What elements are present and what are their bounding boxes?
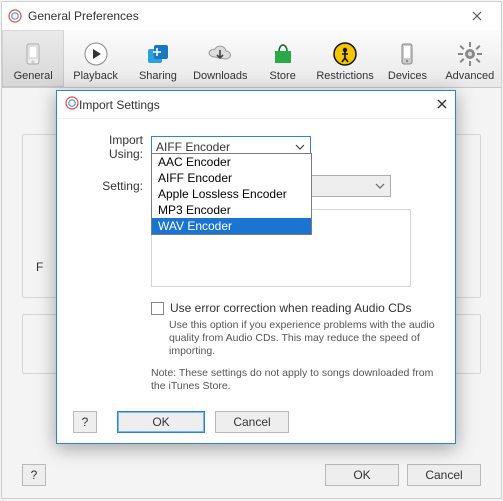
prefs-toolbar: General Playback Sharing Downloads Store <box>2 30 501 88</box>
gear-icon <box>456 40 484 68</box>
window-title: General Preferences <box>28 9 139 23</box>
tab-label: General <box>14 70 53 82</box>
encoder-option-aac[interactable]: AAC Encoder <box>152 154 311 170</box>
close-icon[interactable] <box>437 98 447 112</box>
tab-label: Store <box>270 70 296 82</box>
error-correction-checkbox[interactable] <box>151 302 164 315</box>
obscured-label: F <box>36 260 43 274</box>
app-icon <box>8 9 22 23</box>
cancel-button[interactable]: Cancel <box>407 464 481 486</box>
help-button[interactable]: ? <box>73 411 97 433</box>
dialog-body: Import Using: AIFF Encoder Setting: AAC … <box>57 119 455 443</box>
tab-store[interactable]: Store <box>252 30 314 87</box>
playback-icon <box>82 40 110 68</box>
dialog-button-row: ? OK Cancel <box>73 411 439 433</box>
dialog-titlebar: Import Settings <box>57 91 455 119</box>
devices-icon <box>393 40 421 68</box>
downloads-icon <box>206 40 234 68</box>
general-icon <box>19 40 47 68</box>
tab-sharing[interactable]: Sharing <box>127 30 189 87</box>
ok-button[interactable]: OK <box>117 411 205 433</box>
setting-label: Setting: <box>73 179 151 193</box>
tab-advanced[interactable]: Advanced <box>439 30 501 87</box>
preferences-window: General Preferences General Playback Sha… <box>1 1 502 499</box>
encoder-option-mp3[interactable]: MP3 Encoder <box>152 202 311 218</box>
app-icon <box>65 96 79 113</box>
import-using-dropdown-list: AAC Encoder AIFF Encoder Apple Lossless … <box>151 153 312 235</box>
import-settings-dialog: Import Settings Import Using: AIFF Encod… <box>56 90 456 444</box>
ok-button[interactable]: OK <box>325 464 399 486</box>
store-icon <box>269 40 297 68</box>
error-correction-help: Use this option if you experience proble… <box>169 319 435 358</box>
tab-label: Devices <box>388 70 427 82</box>
itunes-store-note: Note: These settings do not apply to son… <box>151 367 435 393</box>
sharing-icon <box>144 40 172 68</box>
tab-label: Sharing <box>139 70 177 82</box>
window-titlebar: General Preferences <box>2 2 501 30</box>
tab-label: Playback <box>73 70 118 82</box>
import-using-label: Import Using: <box>73 133 151 161</box>
tab-restrictions[interactable]: Restrictions <box>314 30 376 87</box>
dialog-title: Import Settings <box>79 98 160 112</box>
chevron-down-icon <box>374 179 386 196</box>
tab-label: Restrictions <box>316 70 373 82</box>
tab-label: Downloads <box>193 70 247 82</box>
tab-devices[interactable]: Devices <box>376 30 438 87</box>
tab-playback[interactable]: Playback <box>64 30 126 87</box>
error-correction-label: Use error correction when reading Audio … <box>170 301 411 315</box>
select-value: AIFF Encoder <box>156 140 230 154</box>
cancel-button[interactable]: Cancel <box>215 411 289 433</box>
prefs-button-row: ? OK Cancel <box>2 464 501 486</box>
close-icon[interactable] <box>459 6 495 26</box>
encoder-option-lossless[interactable]: Apple Lossless Encoder <box>152 186 311 202</box>
help-button[interactable]: ? <box>22 464 46 486</box>
encoder-option-wav[interactable]: WAV Encoder <box>152 218 311 234</box>
tab-label: Advanced <box>445 70 494 82</box>
restrictions-icon <box>331 40 359 68</box>
tab-general[interactable]: General <box>2 30 64 87</box>
encoder-option-aiff[interactable]: AIFF Encoder <box>152 170 311 186</box>
tab-downloads[interactable]: Downloads <box>189 30 251 87</box>
